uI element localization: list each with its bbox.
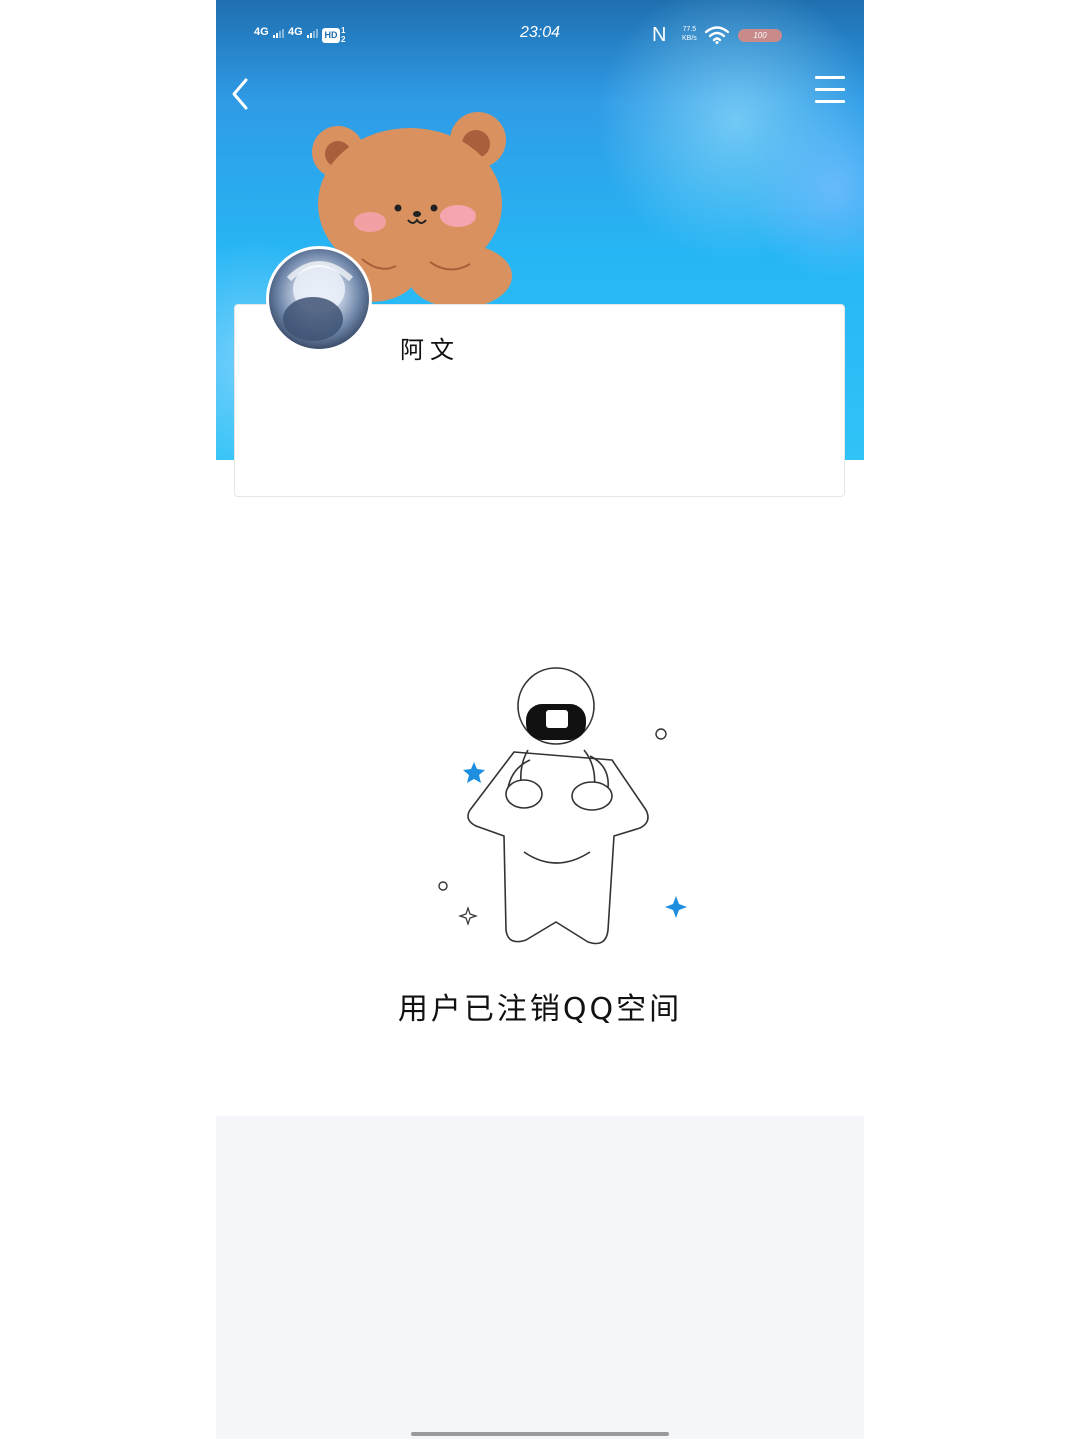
hamburger-line (815, 88, 845, 91)
battery-indicator: 100 (738, 29, 782, 42)
status-bar: 4G 4G HD 1 2 23:04 N 77.5 KB/s 100 (216, 0, 864, 70)
avatar[interactable] (266, 246, 372, 352)
account-cancelled-message: 用户已注销QQ空间 (397, 992, 683, 1027)
network-speed: 77.5 KB/s (682, 25, 697, 43)
astronaut-on-star-illustration (438, 667, 687, 945)
back-button[interactable] (224, 72, 264, 116)
menu-button[interactable] (810, 76, 850, 112)
hamburger-line (815, 100, 845, 103)
bottom-content-area (216, 1116, 864, 1439)
chevron-left-icon (232, 78, 248, 110)
network-speed-value: 77.5 (682, 26, 697, 33)
nfc-icon: N (652, 24, 667, 46)
home-indicator[interactable] (411, 1432, 669, 1436)
network-speed-unit: KB/s (682, 35, 697, 42)
wifi-icon (705, 26, 729, 44)
hamburger-menu-icon (815, 76, 845, 79)
phone-screen: 4G 4G HD 1 2 23:04 N 77.5 KB/s 100 阿文 用户… (216, 0, 864, 1439)
avatar-image (283, 261, 354, 341)
page: 4G 4G HD 1 2 23:04 N 77.5 KB/s 100 阿文 用户… (0, 0, 1080, 1439)
profile-username: 阿文 (400, 336, 460, 364)
